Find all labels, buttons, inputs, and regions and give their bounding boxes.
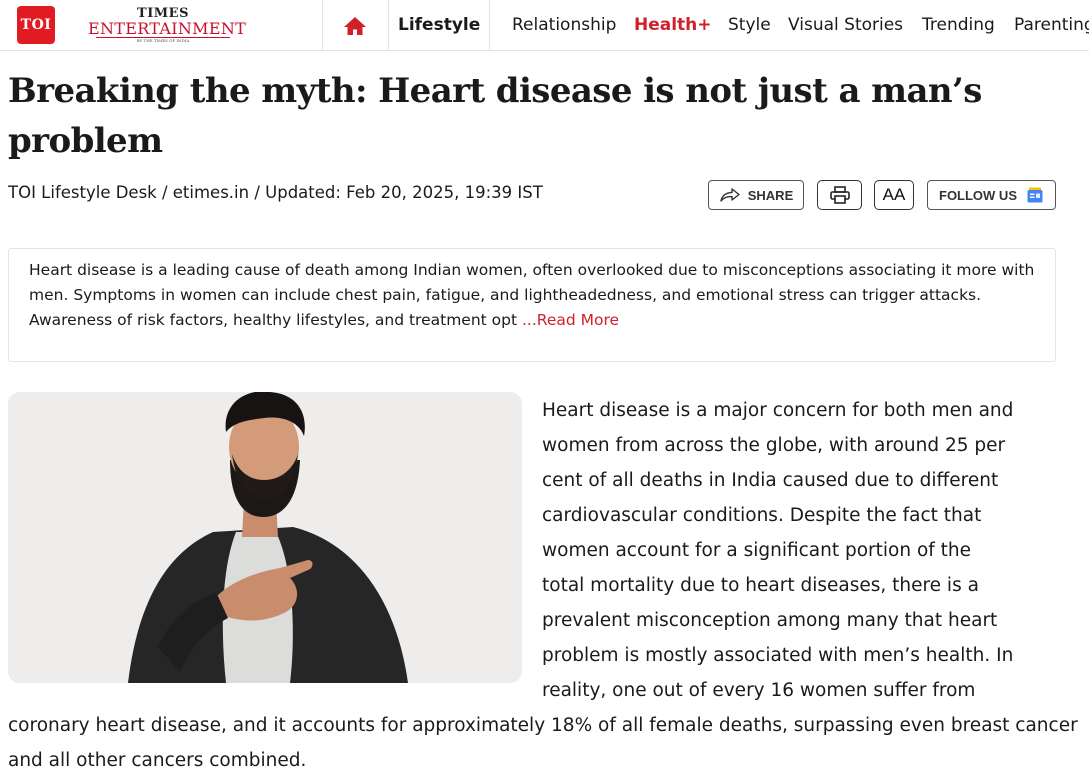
body-line: total mortality due to heart diseases, t… (542, 575, 979, 596)
nav-item-health-plus[interactable]: Health+ (634, 15, 712, 35)
man-holding-chest-photo (8, 392, 522, 683)
brand-main-text: ENTERTAINMENT (88, 19, 247, 38)
nav-divider (322, 0, 323, 50)
nav-item-parenting[interactable]: Parenting (1014, 15, 1089, 35)
font-size-button[interactable]: AA (874, 180, 914, 210)
share-label: SHARE (747, 187, 794, 203)
nav-divider (489, 0, 490, 50)
article-byline: TOI Lifestyle Desk / etimes.in / Updated… (8, 183, 543, 202)
body-line: cent of all deaths in India caused due t… (542, 470, 999, 491)
print-button[interactable] (817, 180, 862, 210)
body-line: problem is mostly associated with men’s … (542, 645, 1014, 666)
nav-item-relationship[interactable]: Relationship (512, 15, 616, 35)
body-line: cardiovascular conditions. Despite the f… (542, 505, 982, 526)
article-body-column: Heart disease is a major concern for bot… (542, 393, 1062, 708)
article-title: Breaking the myth: Heart disease is not … (8, 71, 982, 161)
share-icon (720, 188, 740, 202)
nav-item-style[interactable]: Style (728, 15, 771, 35)
article-summary: Heart disease is a leading cause of deat… (8, 248, 1056, 362)
read-more-link[interactable]: ...Read More (522, 311, 619, 329)
toi-logo[interactable]: TOI (17, 6, 55, 44)
times-entertainment-logo[interactable]: TIMES ENTERTAINMENT BY THE TIMES OF INDI… (88, 7, 247, 43)
home-icon (344, 17, 366, 35)
follow-us-label: FOLLOW US (939, 187, 1017, 203)
body-line: prevalent misconception among many that … (542, 610, 998, 631)
share-button[interactable]: SHARE (708, 180, 804, 210)
article-body-paragraph: coronary heart disease, and it accounts … (8, 715, 1078, 771)
nav-item-lifestyle[interactable]: Lifestyle (398, 15, 480, 35)
body-line: reality, one out of every 16 women suffe… (542, 680, 976, 701)
printer-icon (829, 186, 850, 204)
nav-item-trending[interactable]: Trending (922, 15, 995, 35)
nav-divider (388, 0, 389, 50)
follow-us-button[interactable]: FOLLOW US (927, 180, 1056, 210)
body-line: Heart disease is a major concern for bot… (542, 400, 1014, 421)
home-button[interactable] (340, 13, 370, 39)
body-line: women account for a significant portion … (542, 540, 972, 561)
google-news-icon (1027, 187, 1043, 203)
top-navigation: TOI TIMES ENTERTAINMENT BY THE TIMES OF … (0, 0, 1089, 51)
article-hero-image (8, 392, 522, 683)
body-line: women from across the globe, with around… (542, 435, 1006, 456)
nav-item-visual-stories[interactable]: Visual Stories (788, 15, 903, 35)
